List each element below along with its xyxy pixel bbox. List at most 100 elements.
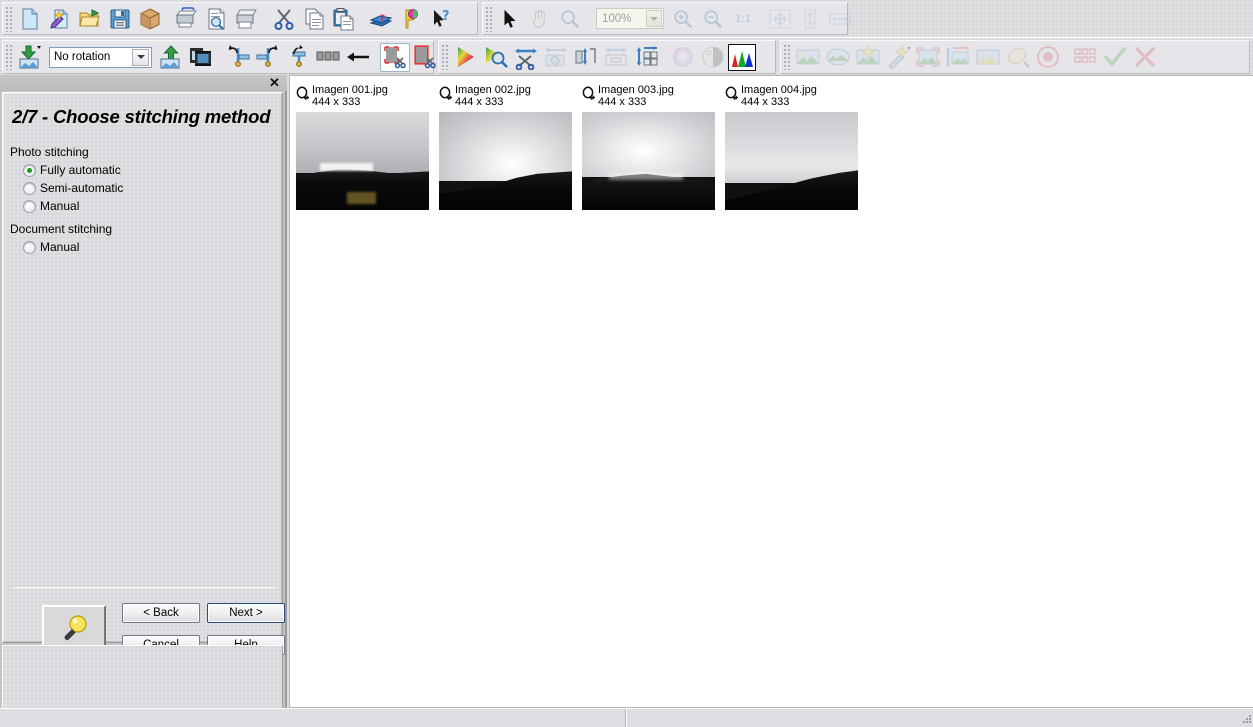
- new-wizard-icon[interactable]: [45, 4, 75, 33]
- print-icon[interactable]: [232, 4, 262, 33]
- thumbnail-dimensions: 444 x 333: [312, 96, 361, 108]
- context-help-icon[interactable]: ?: [426, 4, 456, 33]
- zoom-out-icon[interactable]: [698, 4, 728, 33]
- thumbnail-image[interactable]: [296, 112, 429, 210]
- thumbnail-item[interactable]: Imagen 003.jpg 444 x 333: [582, 84, 725, 210]
- radio-indicator[interactable]: [23, 240, 36, 254]
- enhance-icon[interactable]: [853, 43, 883, 72]
- resize-grip[interactable]: [1239, 713, 1252, 726]
- radio-label: Manual: [40, 199, 80, 213]
- tile-resize-icon[interactable]: [631, 43, 661, 72]
- back-button[interactable]: < Back: [122, 603, 200, 623]
- zoom-tool-icon[interactable]: [555, 4, 585, 33]
- crop-frame-icon[interactable]: [913, 43, 943, 72]
- radio-document-manual[interactable]: Manual: [23, 240, 79, 254]
- new-file-icon[interactable]: [15, 4, 45, 33]
- radio-indicator[interactable]: [23, 199, 36, 213]
- lens-icon[interactable]: [1003, 43, 1033, 72]
- check-icon[interactable]: [1100, 43, 1130, 72]
- save-floppy-icon[interactable]: [105, 4, 135, 33]
- pan-hand-icon[interactable]: [525, 4, 555, 33]
- color-toolbar: [438, 40, 776, 74]
- color-pick-icon[interactable]: [481, 43, 511, 72]
- print-preview-icon[interactable]: [202, 4, 232, 33]
- radio-indicator[interactable]: [23, 163, 36, 177]
- help-book-icon[interactable]: ?: [366, 4, 396, 33]
- resize-vertical-icon[interactable]: [943, 43, 973, 72]
- thumbnail-image[interactable]: [725, 112, 858, 210]
- image-toolbar: No rotation: [2, 40, 436, 74]
- thumbnail-workspace[interactable]: Imagen 001.jpg 444 x 333 Imagen 002.jpg …: [289, 75, 1253, 708]
- chevron-down-icon[interactable]: [646, 10, 662, 27]
- open-folder-icon[interactable]: [75, 4, 105, 33]
- color-wheel-icon[interactable]: [668, 43, 698, 72]
- import-image-icon[interactable]: [15, 43, 45, 72]
- brightness-icon[interactable]: [698, 43, 728, 72]
- thumbnail-image[interactable]: [439, 112, 572, 210]
- rotation-value: No rotation: [54, 51, 111, 63]
- zoom-plus-icon[interactable]: [296, 86, 310, 106]
- magic-wand-icon[interactable]: [883, 43, 913, 72]
- radio-indicator[interactable]: [23, 181, 36, 195]
- radio-fully-automatic[interactable]: Fully automatic: [23, 163, 121, 177]
- thumbnail-item[interactable]: Imagen 004.jpg 444 x 333: [725, 84, 868, 210]
- about-icon[interactable]: [396, 4, 426, 33]
- cancel-x-icon[interactable]: [1130, 43, 1160, 72]
- color-triangle-icon[interactable]: [451, 43, 481, 72]
- crop-cut-icon[interactable]: [410, 43, 440, 72]
- thumb-lights: [346, 192, 376, 205]
- fit-width-icon[interactable]: [825, 4, 855, 33]
- record-icon[interactable]: [1033, 43, 1063, 72]
- zoom-actual-size-icon[interactable]: 1:1: [728, 4, 758, 33]
- grid-icon[interactable]: [1070, 43, 1100, 72]
- arrow-left-icon[interactable]: [343, 43, 373, 72]
- copy-icon[interactable]: [299, 4, 329, 33]
- flip-horizontal-icon[interactable]: [223, 43, 253, 72]
- toolbar-grip[interactable]: [783, 44, 790, 70]
- export-image-icon[interactable]: [156, 43, 186, 72]
- package-box-icon[interactable]: [135, 4, 165, 33]
- radio-photo-manual[interactable]: Manual: [23, 199, 79, 213]
- print-setup-icon[interactable]: [172, 4, 202, 33]
- toolbar-grip[interactable]: [485, 5, 492, 32]
- arrow-select-icon[interactable]: [495, 4, 525, 33]
- flip-vertical-icon[interactable]: [253, 43, 283, 72]
- camera-resize-icon[interactable]: [541, 43, 571, 72]
- page-title: 2/7 - Choose stitching method: [12, 106, 271, 127]
- toolbar-grip[interactable]: [441, 44, 448, 70]
- canvas-size-icon[interactable]: [571, 43, 601, 72]
- histogram-icon[interactable]: [728, 43, 756, 71]
- zoom-in-icon[interactable]: [668, 4, 698, 33]
- fit-height-icon[interactable]: [795, 4, 825, 33]
- fit-to-window-icon[interactable]: [765, 4, 795, 33]
- zoom-plus-icon[interactable]: [439, 86, 453, 106]
- thumbnail-image[interactable]: [582, 112, 715, 210]
- thumbnail-item[interactable]: Imagen 002.jpg 444 x 333: [439, 84, 582, 210]
- chevron-down-icon[interactable]: [132, 48, 149, 66]
- picture-edit-icon[interactable]: [973, 43, 1003, 72]
- paste-icon[interactable]: [329, 4, 359, 33]
- thumbnail-meta: Imagen 001.jpg 444 x 333: [312, 84, 388, 108]
- rotate-icon[interactable]: [283, 43, 313, 72]
- rotation-combo[interactable]: No rotation: [49, 46, 152, 68]
- zoom-level-combo[interactable]: 100%: [596, 8, 664, 29]
- thumb-sky: [439, 112, 572, 181]
- next-button[interactable]: Next >: [207, 603, 285, 623]
- stretch-horizontal-icon[interactable]: [601, 43, 631, 72]
- toolbar-grip[interactable]: [5, 44, 12, 70]
- cut-scissors-icon[interactable]: [269, 4, 299, 33]
- lightbulb-hint-button[interactable]: [42, 605, 106, 650]
- three-squares-icon[interactable]: [313, 43, 343, 72]
- zoom-plus-icon[interactable]: [582, 86, 596, 106]
- crop-cut-selected-icon[interactable]: [380, 42, 410, 72]
- panorama-icon[interactable]: [823, 43, 853, 72]
- resize-cut-icon[interactable]: [511, 43, 541, 72]
- thumbnail-item[interactable]: Imagen 001.jpg 444 x 333: [296, 84, 439, 210]
- close-icon[interactable]: ✕: [268, 76, 281, 89]
- svg-text:?: ?: [380, 14, 385, 24]
- toolbar-grip[interactable]: [5, 5, 12, 32]
- film-frames-icon[interactable]: [186, 43, 216, 72]
- zoom-plus-icon[interactable]: [725, 86, 739, 106]
- picture-icon[interactable]: [793, 43, 823, 72]
- radio-semi-automatic[interactable]: Semi-automatic: [23, 181, 123, 195]
